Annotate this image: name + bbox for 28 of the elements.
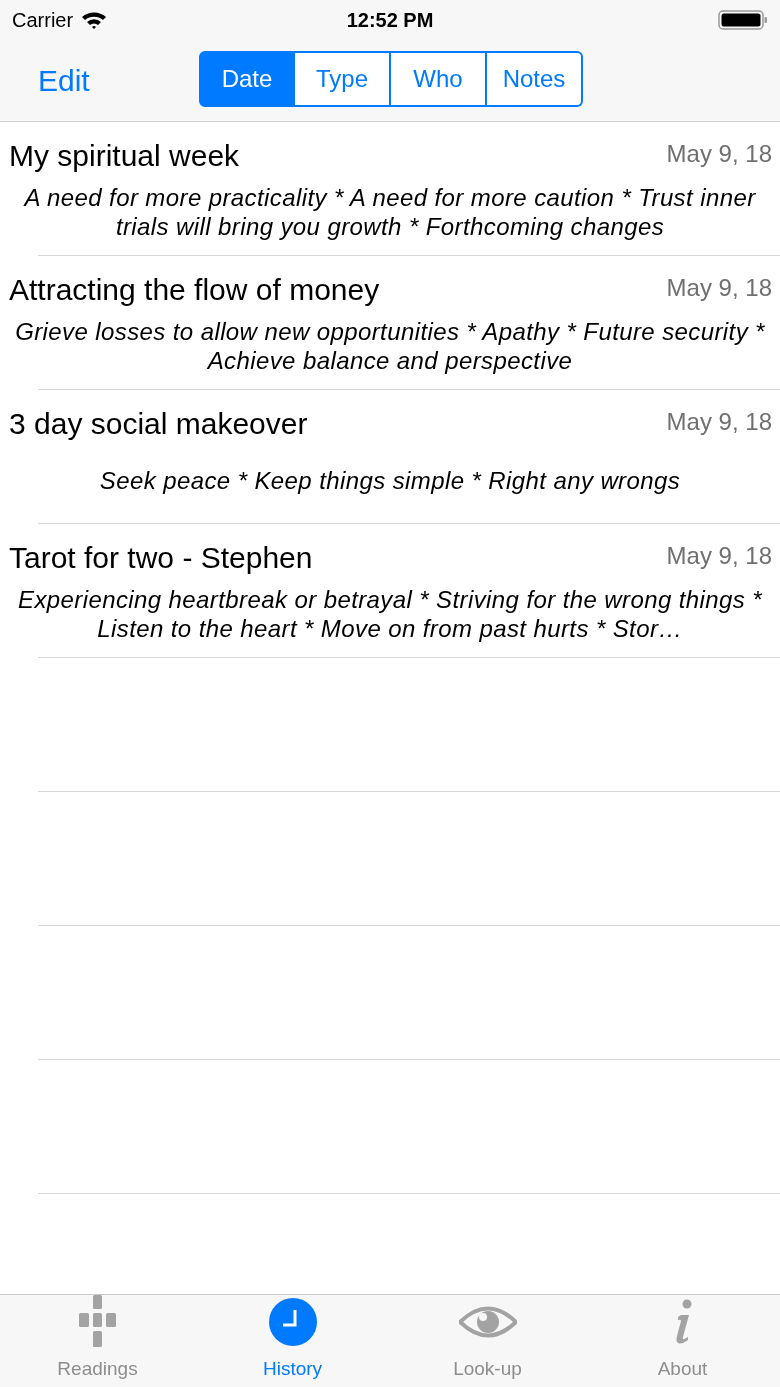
wifi-icon	[81, 10, 108, 30]
reading-summary: Experiencing heartbreak or betrayal * Striving for the wrong things * Listen to the heart * Move on from past hurts * Stor…	[17, 585, 763, 643]
clock-icon	[268, 1297, 317, 1346]
reading-title: My spiritual week	[9, 138, 240, 174]
reading-date: May 9, 18	[666, 273, 772, 303]
reading-date: May 9, 18	[666, 541, 772, 571]
segment-tab[interactable]: Notes	[487, 51, 583, 107]
reading-summary: A need for more practicality * A need for more caution * Trust inner trials will bring you growth * Forthcoming changes	[22, 183, 757, 241]
carrier-label: Carrier	[12, 8, 74, 33]
tab-bar-item[interactable]: About	[585, 1295, 780, 1387]
reading-date: May 9, 18	[666, 407, 772, 437]
eye-icon	[458, 1304, 517, 1339]
tab-bar-item[interactable]: Look-up	[390, 1295, 585, 1387]
clock-time: 12:52 PM	[346, 8, 434, 33]
reading-title: Attracting the flow of money	[9, 272, 380, 308]
tab-bar-item[interactable]: Readings	[0, 1295, 195, 1387]
reading-summary: Grieve losses to allow new opportunities * Apathy * Future security * Achieve balance and perspective	[14, 317, 766, 375]
reading-date: May 9, 18	[666, 139, 772, 169]
cross-grid-icon	[78, 1294, 117, 1349]
reading-title: Tarot for two - Stephen	[9, 540, 313, 576]
segment-tab[interactable]: Type	[295, 51, 391, 107]
battery-icon	[718, 9, 768, 31]
segment-tab[interactable]: Who	[391, 51, 487, 107]
segment-tab[interactable]: Date	[199, 51, 295, 107]
edit-button[interactable]: Edit	[38, 58, 90, 103]
reading-summary: Seek peace * Keep things simple * Right any wrongs	[99, 465, 681, 495]
reading-title: 3 day social makeover	[9, 406, 308, 442]
tab-bar-item[interactable]: History	[195, 1295, 390, 1387]
